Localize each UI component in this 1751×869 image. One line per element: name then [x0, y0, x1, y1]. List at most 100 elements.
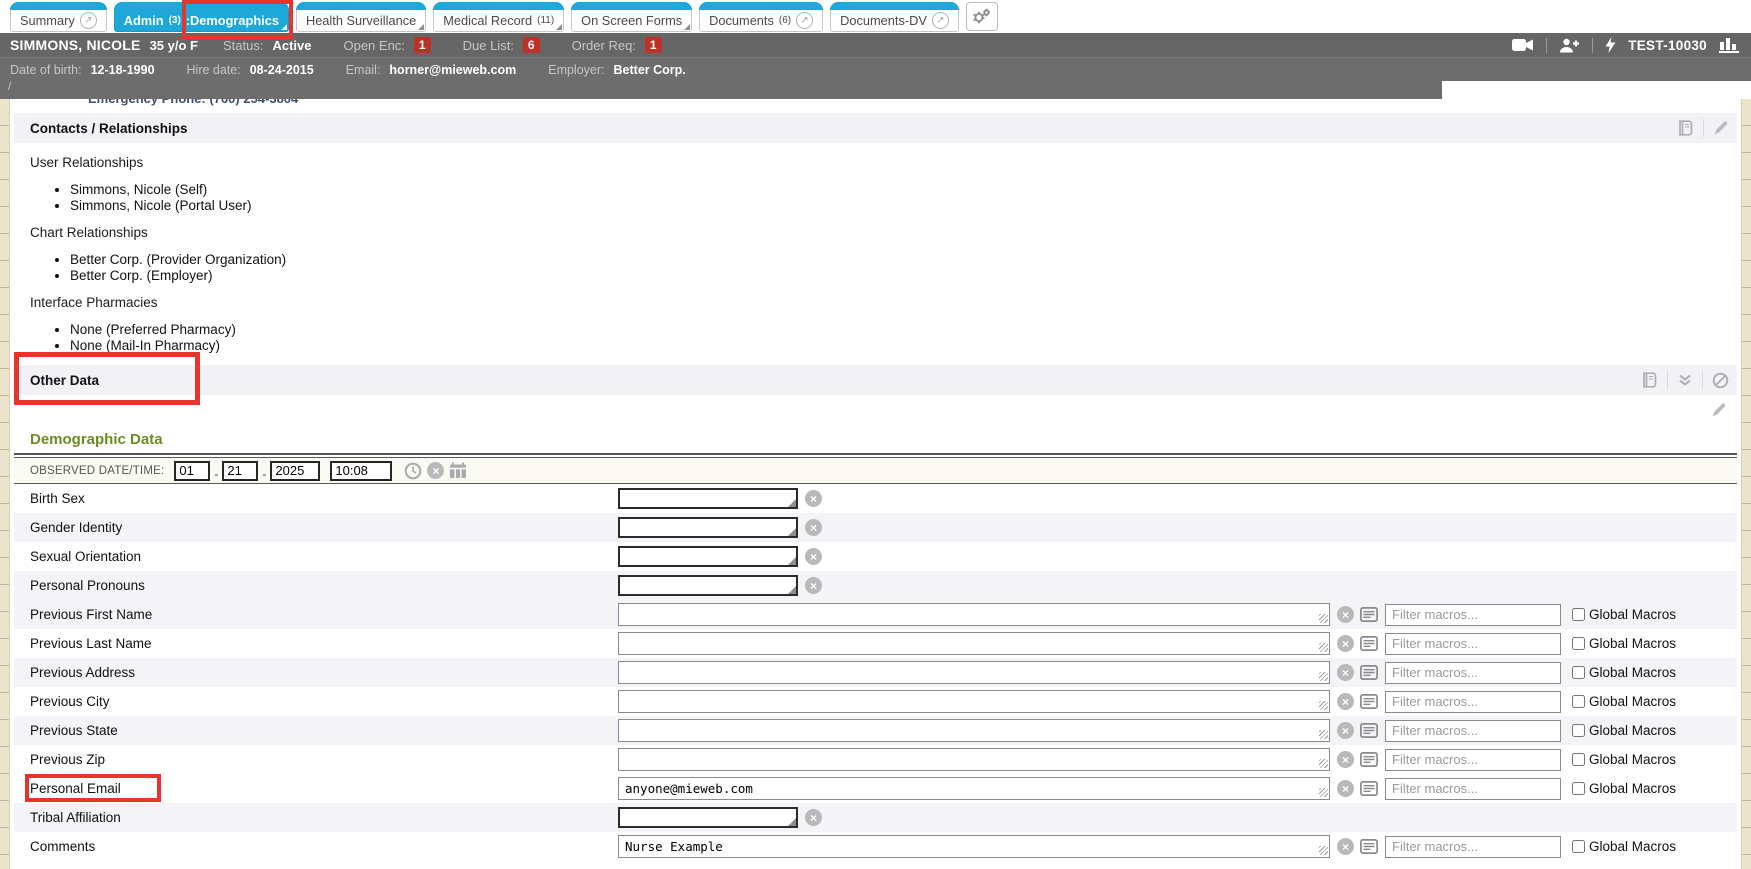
hire-date-label: Hire date:	[187, 63, 241, 77]
previous-state-textarea[interactable]	[618, 719, 1330, 742]
macro-list-icon[interactable]	[1360, 607, 1378, 622]
right-panel-edge[interactable]	[1741, 99, 1751, 869]
clear-circle-icon[interactable]: ×	[427, 462, 444, 479]
person-add-icon[interactable]	[1559, 38, 1580, 53]
global-macros-checkbox[interactable]	[1572, 840, 1585, 853]
external-link-icon[interactable]: ↗	[80, 12, 97, 29]
clear-circle-icon[interactable]: ×	[1337, 664, 1354, 681]
external-link-icon[interactable]: ↗	[796, 12, 813, 29]
filter-macros-input[interactable]	[1385, 604, 1561, 626]
clock-icon[interactable]	[404, 462, 422, 480]
filter-macros-input[interactable]	[1385, 778, 1561, 800]
macro-list-icon[interactable]	[1360, 694, 1378, 709]
due-list-badge[interactable]: 6	[523, 37, 540, 53]
global-macros-checkbox[interactable]	[1572, 724, 1585, 737]
emergency-phone-clipped-text: Emergency Phone: (760) 254-3804	[88, 99, 1751, 106]
filter-macros-input[interactable]	[1385, 836, 1561, 858]
form-row-previous-zip: Previous Zip × Global Macros	[14, 745, 1737, 774]
tab-on-screen-forms[interactable]: On Screen Forms	[571, 2, 692, 32]
pencil-icon[interactable]	[1711, 402, 1727, 418]
filter-macros-input[interactable]	[1385, 749, 1561, 771]
global-macros-checkbox[interactable]	[1572, 666, 1585, 679]
cancel-circle-icon[interactable]	[1712, 372, 1729, 389]
global-macros-checkbox[interactable]	[1572, 695, 1585, 708]
tab-documents-dv[interactable]: Documents-DV ↗	[830, 2, 959, 32]
previous-city-textarea[interactable]	[618, 690, 1330, 713]
tribal-affiliation-input[interactable]	[618, 807, 798, 828]
gender-identity-input[interactable]	[618, 517, 798, 538]
textarea-field: Nurse Example	[618, 835, 1330, 858]
macro-list-icon[interactable]	[1360, 636, 1378, 651]
filter-macros-input[interactable]	[1385, 633, 1561, 655]
macro-list-icon[interactable]	[1360, 665, 1378, 680]
divider	[1592, 38, 1593, 53]
previous-last-name-textarea[interactable]	[618, 632, 1330, 655]
left-panel-edge[interactable]	[0, 99, 10, 869]
tab-admin-demographics[interactable]: Admin (3) :Demographics	[114, 2, 289, 32]
form-row-birth-sex: Birth Sex ×	[14, 484, 1737, 513]
macro-list-icon[interactable]	[1360, 752, 1378, 767]
global-macros-checkbox[interactable]	[1572, 782, 1585, 795]
macro-list-icon[interactable]	[1360, 781, 1378, 796]
previous-zip-textarea[interactable]	[618, 748, 1330, 771]
macro-list-icon[interactable]	[1360, 839, 1378, 854]
chart-tab-bar: Summary ↗ Admin (3) :Demographics Health…	[0, 0, 1751, 33]
external-link-icon[interactable]: ↗	[932, 12, 949, 29]
previous-first-name-textarea[interactable]	[618, 603, 1330, 626]
global-macros-checkbox[interactable]	[1572, 608, 1585, 621]
field-label: Personal Email	[30, 781, 618, 796]
clear-circle-icon[interactable]: ×	[1337, 635, 1354, 652]
observed-day-input[interactable]	[222, 461, 258, 481]
clear-circle-icon[interactable]: ×	[805, 809, 822, 826]
previous-address-textarea[interactable]	[618, 661, 1330, 684]
filter-macros-input[interactable]	[1385, 662, 1561, 684]
bar-chart-icon[interactable]	[1719, 37, 1739, 53]
pencil-icon[interactable]	[1713, 120, 1729, 136]
clear-circle-icon[interactable]: ×	[1337, 722, 1354, 739]
contacts-relationships-header: Contacts / Relationships	[14, 113, 1737, 143]
tab-settings-button[interactable]	[966, 2, 998, 31]
interface-pharmacies-list: None (Preferred Pharmacy) None (Mail-In …	[30, 322, 1737, 353]
book-icon[interactable]	[1676, 120, 1694, 136]
chart-id: TEST-10030	[1628, 38, 1707, 53]
clear-circle-icon[interactable]: ×	[1337, 693, 1354, 710]
calendar-icon[interactable]	[449, 462, 467, 479]
clear-circle-icon[interactable]: ×	[1337, 780, 1354, 797]
clipped-text-row: Emergency Phone: (760) 254-3804	[88, 99, 1751, 109]
tab-medical-record[interactable]: Medical Record (11)	[433, 2, 564, 32]
textarea-field: anyone@mieweb.com	[618, 777, 1330, 800]
list-item: None (Preferred Pharmacy)	[70, 322, 1737, 337]
other-data-section: Other Data	[14, 365, 1737, 395]
clear-circle-icon[interactable]: ×	[805, 577, 822, 594]
tab-documents[interactable]: Documents (6) ↗	[699, 2, 823, 32]
clear-circle-icon[interactable]: ×	[805, 490, 822, 507]
clear-circle-icon[interactable]: ×	[1337, 838, 1354, 855]
sexual-orientation-input[interactable]	[618, 546, 798, 567]
hire-date-value: 08-24-2015	[250, 63, 314, 77]
clear-circle-icon[interactable]: ×	[1337, 606, 1354, 623]
tab-health-surveillance[interactable]: Health Surveillance	[296, 2, 426, 32]
global-macros-checkbox[interactable]	[1572, 637, 1585, 650]
observed-month-input[interactable]	[174, 461, 210, 481]
tab-summary[interactable]: Summary ↗	[10, 2, 107, 32]
field-label: Previous Last Name	[30, 636, 618, 651]
global-macros-checkbox[interactable]	[1572, 753, 1585, 766]
order-req-badge[interactable]: 1	[645, 37, 662, 53]
lightning-bolt-icon[interactable]	[1605, 37, 1616, 53]
double-chevron-down-icon[interactable]	[1677, 374, 1693, 387]
filter-macros-input[interactable]	[1385, 720, 1561, 742]
observed-time-input[interactable]	[330, 461, 392, 481]
observed-year-input[interactable]	[270, 461, 320, 481]
personal-email-textarea[interactable]: anyone@mieweb.com	[618, 777, 1330, 800]
video-camera-icon[interactable]	[1511, 38, 1534, 52]
birth-sex-input[interactable]	[618, 488, 798, 509]
book-icon[interactable]	[1640, 372, 1658, 388]
comments-textarea[interactable]: Nurse Example	[618, 835, 1330, 858]
filter-macros-input[interactable]	[1385, 691, 1561, 713]
personal-pronouns-input[interactable]	[618, 575, 798, 596]
clear-circle-icon[interactable]: ×	[805, 519, 822, 536]
clear-circle-icon[interactable]: ×	[1337, 751, 1354, 768]
clear-circle-icon[interactable]: ×	[805, 548, 822, 565]
macro-list-icon[interactable]	[1360, 723, 1378, 738]
open-enc-badge[interactable]: 1	[414, 37, 431, 53]
